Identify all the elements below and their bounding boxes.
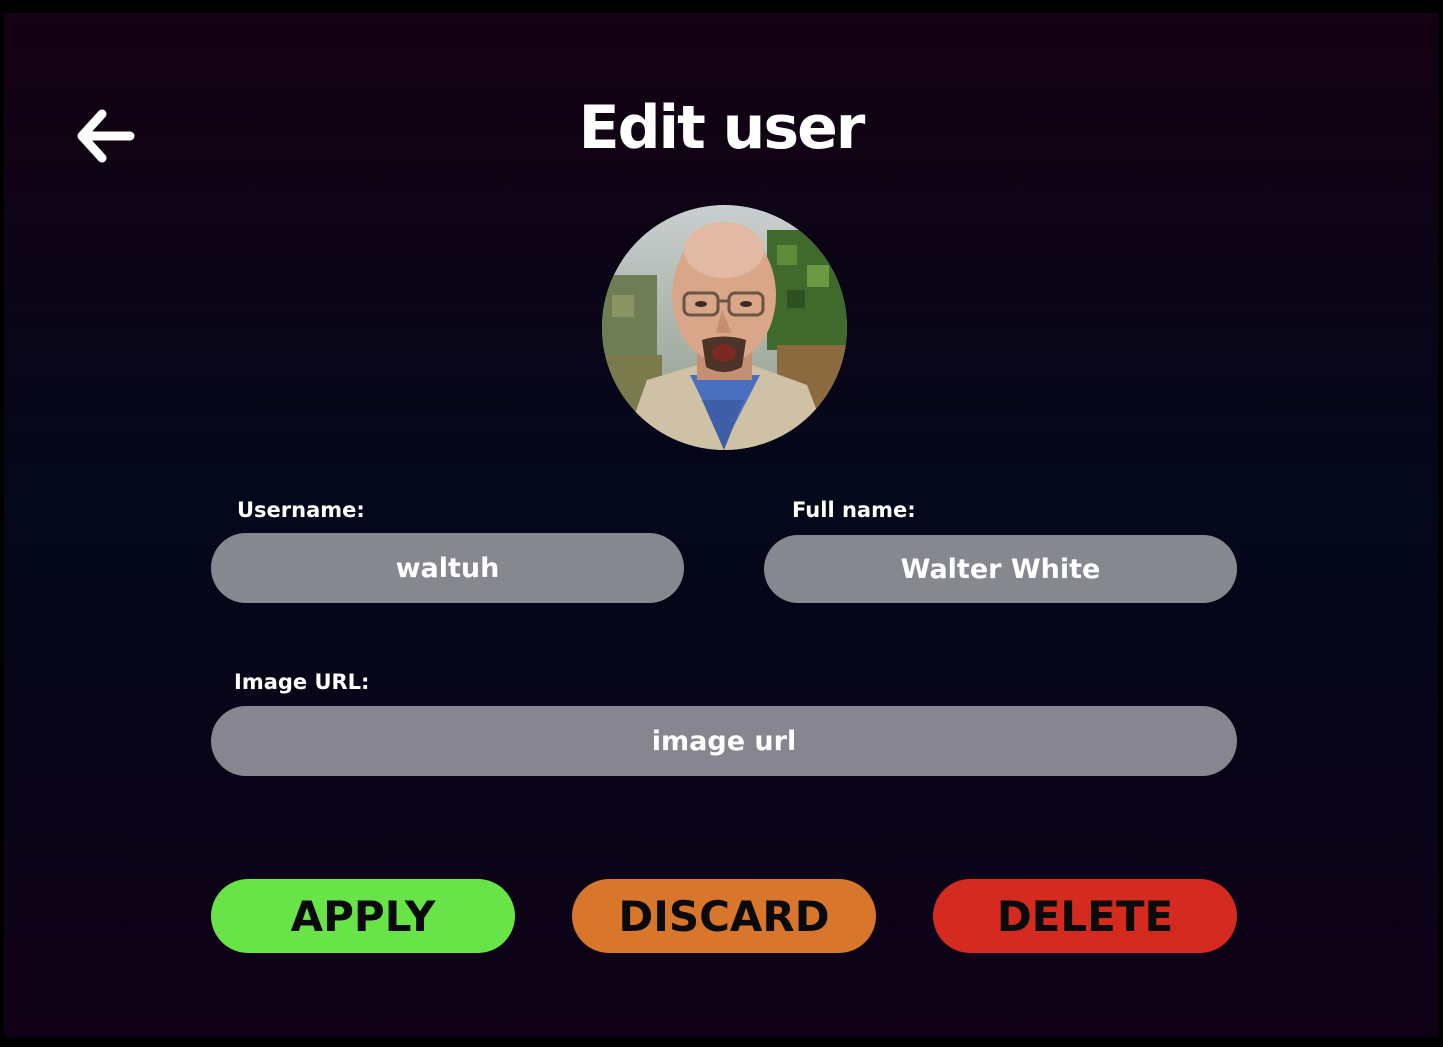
apply-button[interactable]: APPLY <box>211 879 515 953</box>
discard-button[interactable]: DISCARD <box>572 879 876 953</box>
image-url-label: Image URL: <box>234 670 370 694</box>
username-input[interactable]: waltuh <box>211 533 684 603</box>
full-name-label: Full name: <box>792 498 916 522</box>
avatar <box>602 205 847 450</box>
delete-button[interactable]: DELETE <box>933 879 1237 953</box>
user-avatar-photo <box>602 205 847 450</box>
image-url-input[interactable]: image url <box>211 706 1237 776</box>
page-title: Edit user <box>578 93 866 163</box>
username-label: Username: <box>237 498 365 522</box>
full-name-input[interactable]: Walter White <box>764 535 1237 603</box>
edit-user-screen: Edit user Username: waltuh Full name: Wa… <box>4 13 1438 1037</box>
